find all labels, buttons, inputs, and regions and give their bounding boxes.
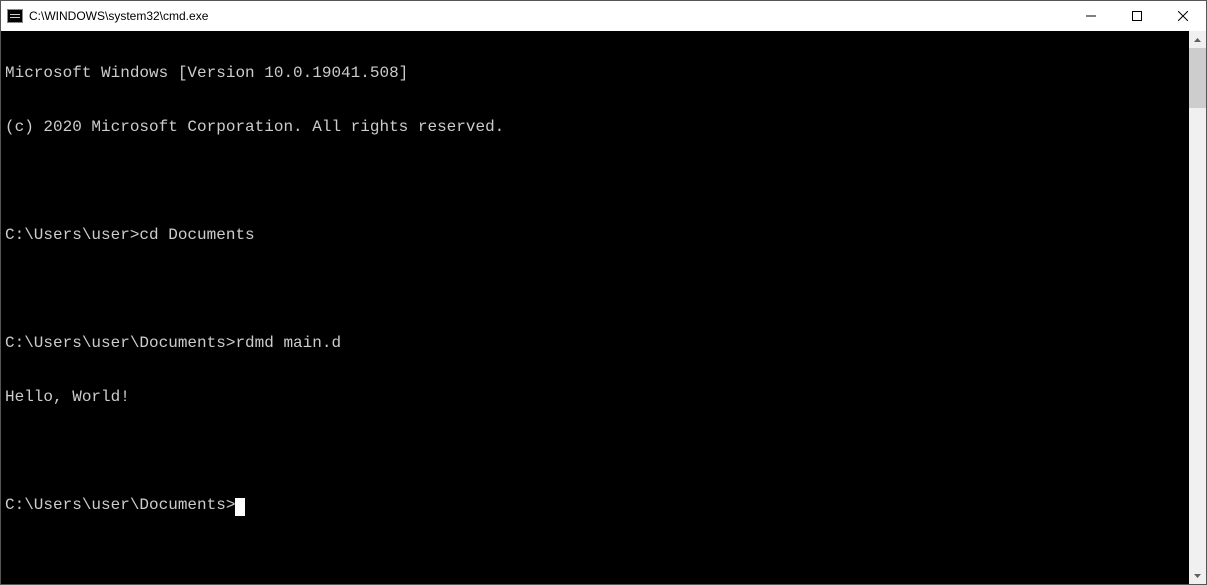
scroll-down-button[interactable]: [1189, 567, 1206, 584]
window-title: C:\WINDOWS\system32\cmd.exe: [29, 9, 208, 23]
blank-line: [5, 276, 1189, 303]
scroll-thumb[interactable]: [1189, 48, 1206, 108]
chevron-up-icon: [1194, 38, 1201, 42]
window-controls: [1068, 1, 1206, 31]
cmd-icon: [7, 9, 23, 23]
chevron-down-icon: [1194, 574, 1201, 578]
maximize-button[interactable]: [1114, 1, 1160, 31]
cursor: [235, 498, 245, 516]
close-icon: [1178, 11, 1188, 21]
minimize-icon: [1086, 11, 1096, 21]
banner-line: Microsoft Windows [Version 10.0.19041.50…: [5, 60, 1189, 87]
command-text: cd Documents: [139, 226, 254, 244]
current-prompt-line: C:\Users\user\Documents>: [5, 492, 1189, 519]
output-text: Hello, World!: [5, 388, 130, 406]
command-line: C:\Users\user>cd Documents: [5, 222, 1189, 249]
banner-text: Microsoft Windows [Version 10.0.19041.50…: [5, 64, 408, 82]
prompt-text: C:\Users\user\Documents>: [5, 496, 235, 514]
vertical-scrollbar[interactable]: [1189, 31, 1206, 584]
command-line: C:\Users\user\Documents>rdmd main.d: [5, 330, 1189, 357]
prompt-text: C:\Users\user\Documents>: [5, 334, 235, 352]
banner-text: (c) 2020 Microsoft Corporation. All righ…: [5, 118, 504, 136]
blank-line: [5, 438, 1189, 465]
prompt-text: C:\Users\user>: [5, 226, 139, 244]
minimize-button[interactable]: [1068, 1, 1114, 31]
scroll-up-button[interactable]: [1189, 31, 1206, 48]
titlebar-left: C:\WINDOWS\system32\cmd.exe: [1, 9, 208, 23]
cmd-window: C:\WINDOWS\system32\cmd.exe Microsoft Wi…: [0, 0, 1207, 585]
maximize-icon: [1132, 11, 1142, 21]
banner-line: (c) 2020 Microsoft Corporation. All righ…: [5, 114, 1189, 141]
titlebar[interactable]: C:\WINDOWS\system32\cmd.exe: [1, 1, 1206, 31]
close-button[interactable]: [1160, 1, 1206, 31]
terminal-output[interactable]: Microsoft Windows [Version 10.0.19041.50…: [1, 31, 1189, 584]
output-line: Hello, World!: [5, 384, 1189, 411]
command-text: rdmd main.d: [235, 334, 341, 352]
client-area: Microsoft Windows [Version 10.0.19041.50…: [1, 31, 1206, 584]
blank-line: [5, 168, 1189, 195]
